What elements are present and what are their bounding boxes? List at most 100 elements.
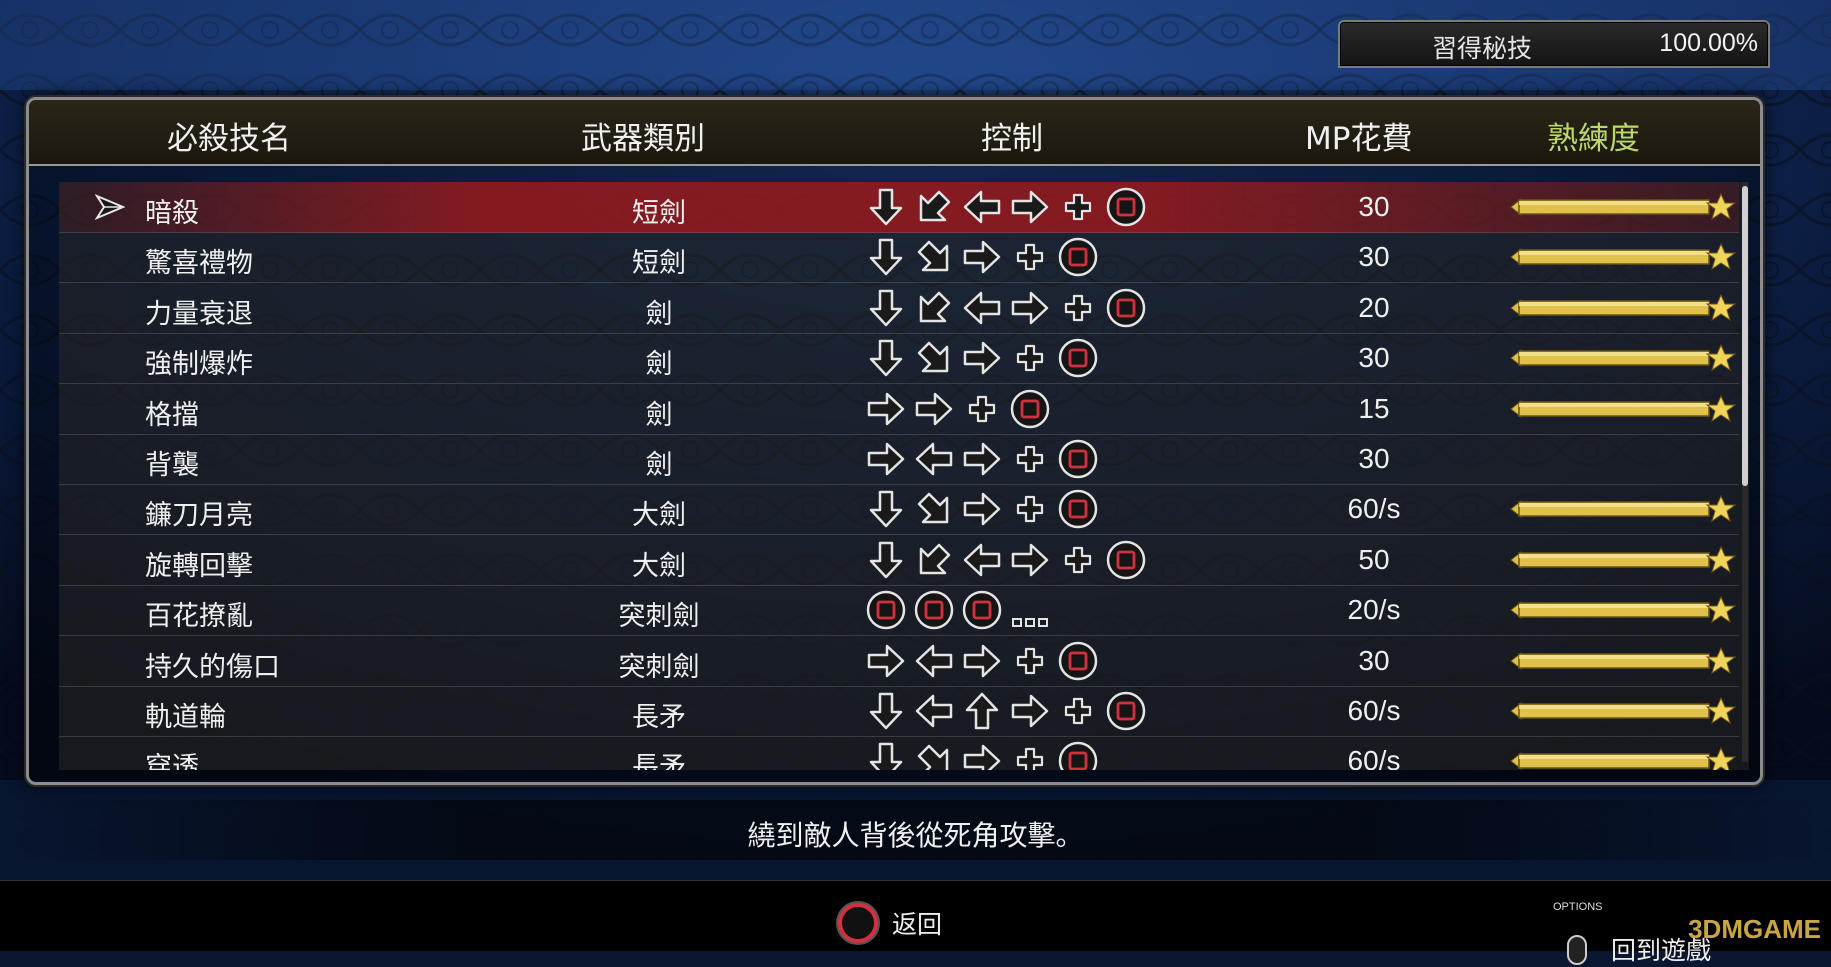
square-button-icon <box>1057 337 1099 379</box>
square-button-icon <box>961 589 1003 631</box>
square-button-icon <box>865 589 907 631</box>
arrow-right-icon <box>865 438 907 480</box>
skill-name: 力量衰退 <box>145 298 253 330</box>
arrow-right-icon <box>961 236 1003 278</box>
arrow-left-icon <box>913 438 955 480</box>
arrow-down-right-icon <box>913 740 955 770</box>
control-input-sequence <box>865 487 1099 531</box>
arrow-left-icon <box>913 640 955 682</box>
scrollbar-thumb[interactable] <box>1742 186 1748 486</box>
circle-button-icon <box>838 903 878 943</box>
weapon-type: 突刺劍 <box>618 651 700 683</box>
options-button-icon <box>1567 935 1587 965</box>
weapon-type: 劍 <box>645 399 673 431</box>
mastery-bar <box>1509 192 1739 222</box>
skill-row[interactable]: 鐮刀月亮 大劍 60/s <box>59 484 1739 536</box>
skill-name: 強制爆炸 <box>145 349 253 381</box>
square-button-icon <box>1105 539 1147 581</box>
arrow-right-icon <box>1009 690 1051 732</box>
skill-name: 軌道輪 <box>145 702 226 733</box>
skill-row[interactable]: 格擋 劍 15 <box>59 384 1739 435</box>
arrow-right-icon <box>961 640 1003 682</box>
back-button[interactable]: 返回 <box>838 901 942 945</box>
arrow-down-icon <box>865 488 907 530</box>
skill-row[interactable]: 軌道輪 長矛 60/s <box>59 686 1739 737</box>
skill-row[interactable]: 旋轉回擊 大劍 50 <box>59 535 1739 586</box>
control-input-sequence <box>865 739 1099 770</box>
completion-label: 習得秘技 <box>1432 34 1533 63</box>
footer-bar: 返回 OPTIONS 回到遊戲 3DMGAME <box>0 880 1831 965</box>
arrow-down-left-icon <box>913 539 955 581</box>
square-button-icon <box>1057 236 1099 278</box>
skill-name: 百花撩亂 <box>145 601 253 633</box>
arrow-right-icon <box>1009 287 1051 329</box>
arrow-right-icon <box>1009 539 1051 581</box>
mastery-bar <box>1509 293 1739 323</box>
mastery-bar <box>1509 494 1739 524</box>
mastery-bar <box>1509 646 1739 676</box>
square-button-icon <box>913 589 955 631</box>
plus-icon <box>1009 438 1051 480</box>
mp-cost: 50 <box>1358 543 1390 575</box>
weapon-type: 劍 <box>645 298 673 330</box>
control-input-sequence <box>865 185 1147 229</box>
square-button-icon <box>1105 186 1147 228</box>
square-button-icon <box>1057 740 1099 770</box>
arrow-down-icon <box>865 690 907 732</box>
skill-row[interactable]: 百花撩亂 突刺劍 20/s <box>59 585 1739 637</box>
square-button-icon <box>1057 438 1099 480</box>
arrow-left-icon <box>961 186 1003 228</box>
mastery-bar <box>1509 595 1739 625</box>
skill-list[interactable]: 暗殺 短劍 30 驚喜禮物 短劍 30 力量衰退劍 20 強制爆炸劍 30 格擋劍 15 背襲劍 30 鐮刀… <box>59 182 1749 770</box>
arrow-down-icon <box>865 740 907 770</box>
mp-cost: 20 <box>1358 291 1390 323</box>
arrow-up-icon <box>961 690 1003 732</box>
arrow-right-icon <box>865 640 907 682</box>
mp-cost: 30 <box>1358 241 1390 273</box>
table-header: 必殺技名 武器類別 控制 MP花費 熟練度 <box>29 100 1760 166</box>
square-button-icon <box>1105 287 1147 329</box>
weapon-type: 短劍 <box>632 198 686 229</box>
arrow-down-left-icon <box>913 287 955 329</box>
plus-icon <box>961 388 1003 430</box>
arrow-down-right-icon <box>913 236 955 278</box>
skill-row[interactable]: 背襲 劍 30 <box>59 434 1739 485</box>
skill-row[interactable]: 暗殺 短劍 30 <box>59 182 1739 233</box>
arrow-down-right-icon <box>913 488 955 530</box>
skill-name: 格擋 <box>145 399 199 431</box>
header-mastery: 熟練度 <box>1547 121 1640 157</box>
arrow-left-icon <box>961 539 1003 581</box>
plus-icon <box>1009 640 1051 682</box>
arrow-right-icon <box>961 438 1003 480</box>
skill-row[interactable]: 穿透 長矛 60/s <box>59 736 1739 770</box>
ellipsis-icon <box>1009 589 1051 631</box>
skill-row[interactable]: 強制爆炸 劍 30 <box>59 333 1739 385</box>
skill-row[interactable]: 持久的傷口 突刺劍 30 <box>59 636 1739 687</box>
skill-row[interactable]: 力量衰退 劍 20 <box>59 283 1739 334</box>
control-input-sequence <box>865 286 1147 330</box>
options-small-label: OPTIONS <box>1553 901 1603 913</box>
control-input-sequence <box>865 235 1099 279</box>
selection-cursor-icon <box>94 193 126 221</box>
plus-icon <box>1057 539 1099 581</box>
skill-row[interactable]: 驚喜禮物 短劍 30 <box>59 232 1739 284</box>
arrow-down-right-icon <box>913 337 955 379</box>
description-bar: 繞到敵人背後從死角攻擊。 <box>0 800 1831 860</box>
mp-cost: 30 <box>1358 443 1390 474</box>
mastery-bar <box>1509 343 1739 373</box>
control-input-sequence <box>865 387 1051 431</box>
skill-name: 旋轉回擊 <box>145 550 253 582</box>
mp-cost: 30 <box>1358 644 1390 676</box>
mp-cost: 15 <box>1358 392 1390 424</box>
header-mp: MP花費 <box>1305 121 1413 157</box>
skill-description: 繞到敵人背後從死角攻擊。 <box>747 819 1084 852</box>
completion-box: 習得秘技 100.00% <box>1338 20 1770 68</box>
control-input-sequence <box>865 538 1147 582</box>
arrow-right-icon <box>961 337 1003 379</box>
arrow-right-icon <box>961 740 1003 770</box>
skill-name: 暗殺 <box>145 198 199 229</box>
skill-name: 驚喜禮物 <box>145 248 253 280</box>
arrow-down-left-icon <box>913 186 955 228</box>
arrow-right-icon <box>865 388 907 430</box>
weapon-type: 突刺劍 <box>618 601 700 633</box>
